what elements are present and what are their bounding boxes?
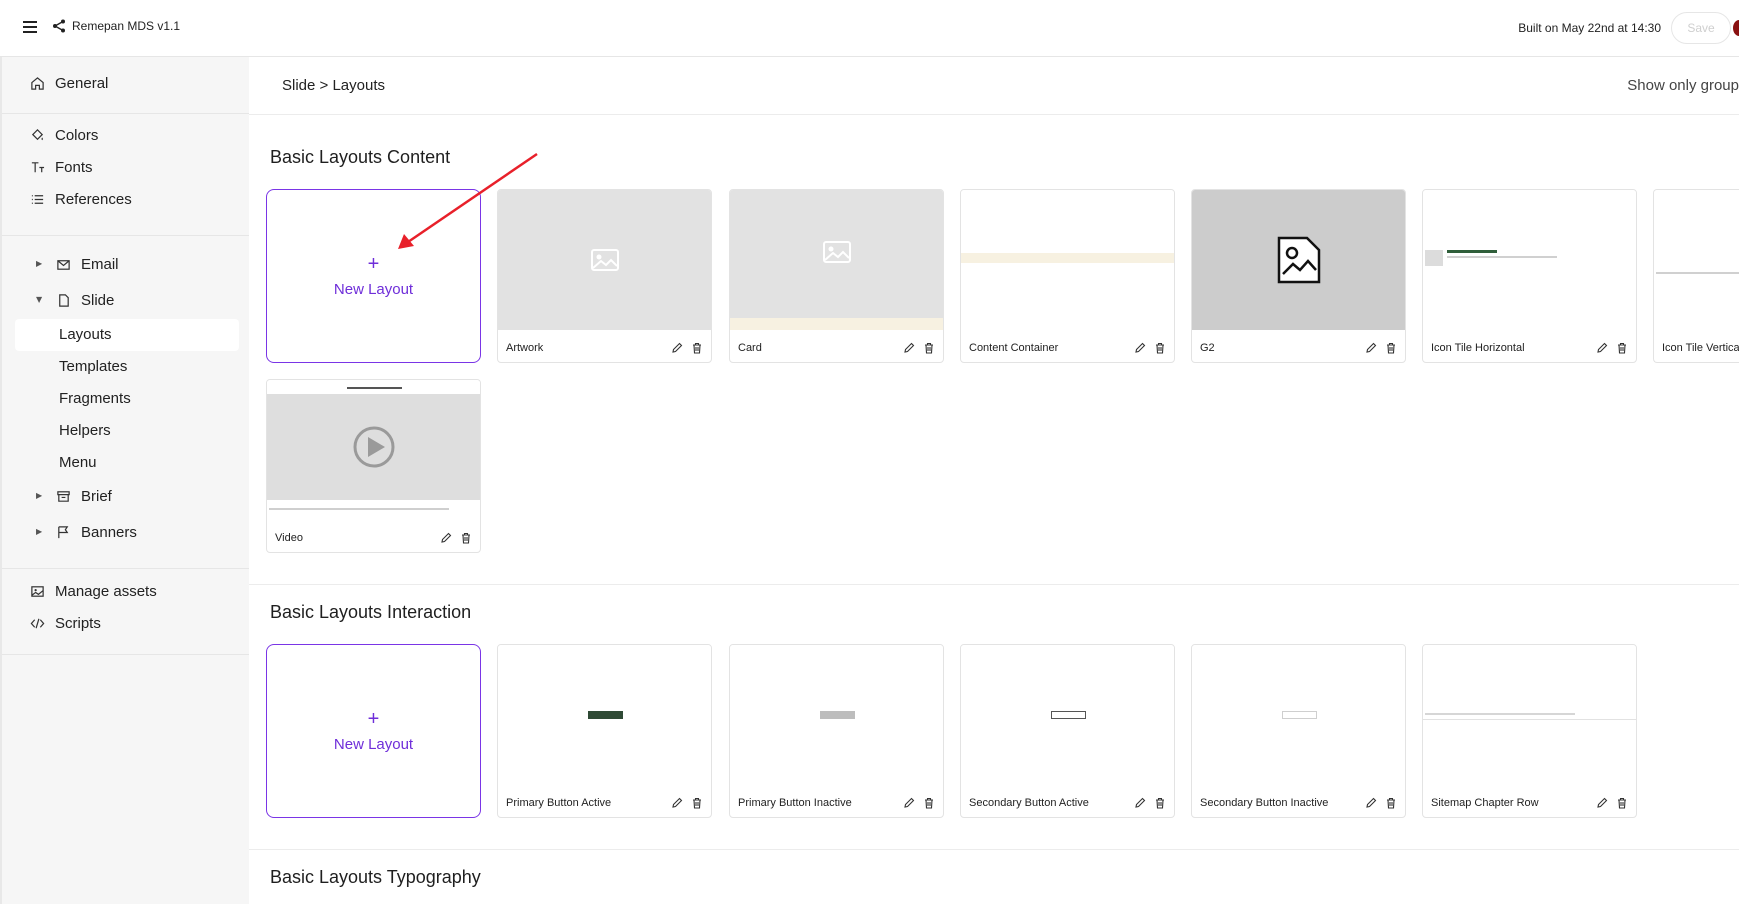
annotation-arrow: [398, 152, 538, 249]
